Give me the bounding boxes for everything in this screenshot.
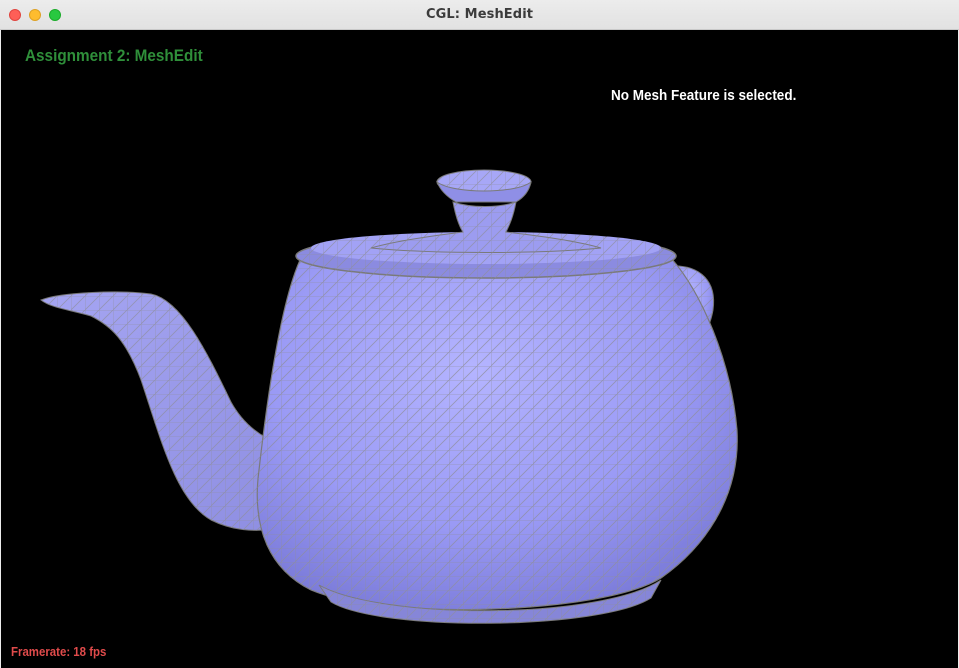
teapot-lid <box>370 169 602 253</box>
title-bar[interactable]: CGL: MeshEdit <box>0 0 959 30</box>
app-window: CGL: MeshEdit Assignment 2: MeshEdit No … <box>0 0 959 668</box>
teapot-mesh[interactable] <box>1 30 958 668</box>
render-viewport[interactable]: Assignment 2: MeshEdit No Mesh Feature i… <box>1 30 958 668</box>
selection-status: No Mesh Feature is selected. <box>611 87 797 104</box>
window-title: CGL: MeshEdit <box>425 7 534 22</box>
framerate-readout: Framerate: 18 fps <box>11 644 107 659</box>
teapot-body <box>256 240 738 624</box>
assignment-title: Assignment 2: MeshEdit <box>25 46 203 65</box>
